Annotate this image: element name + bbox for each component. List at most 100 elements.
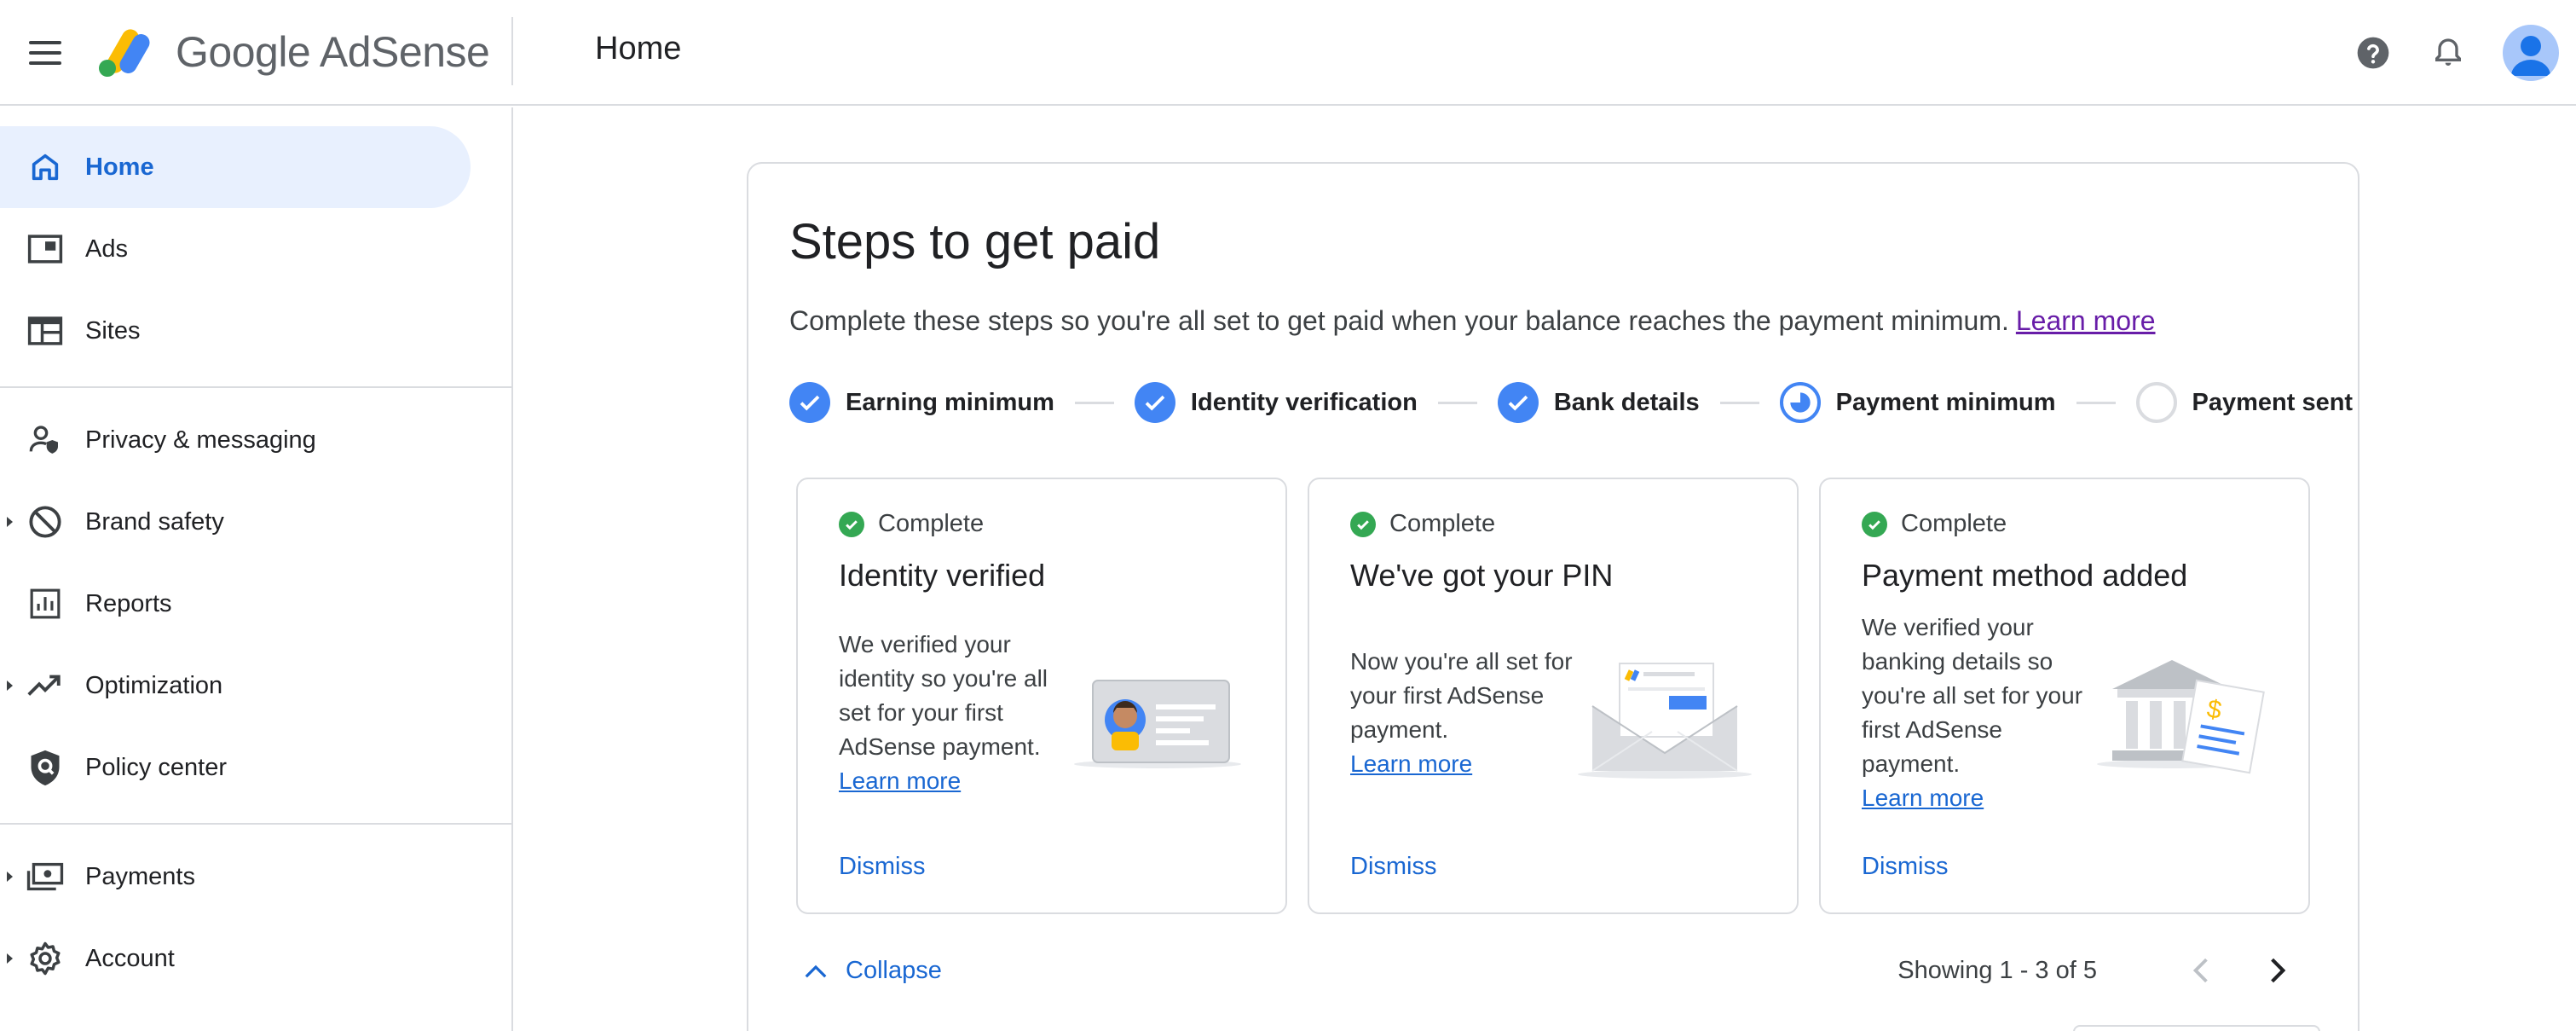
identity-verified-card: Complete Identity verified We verified y… — [796, 478, 1287, 914]
account-avatar[interactable] — [2503, 25, 2559, 81]
sidebar-item-privacy-messaging[interactable]: Privacy & messaging — [0, 399, 471, 481]
pin-received-card: Complete We've got your PIN Now you're a… — [1308, 478, 1799, 914]
sidebar-divider — [0, 386, 511, 388]
step-payment-sent: Payment sent — [2135, 382, 2354, 423]
sidebar-item-label: Sites — [85, 316, 141, 345]
partially-visible-button[interactable] — [2073, 1025, 2320, 1031]
chevron-right-icon[interactable] — [2257, 950, 2298, 991]
step-identity-verification: Identity verification — [1134, 382, 1418, 423]
learn-more-link[interactable]: Learn more — [839, 764, 1069, 798]
card-body: We verified your identity so you're all … — [839, 628, 1069, 798]
pagination-text: Showing 1 - 3 of 5 — [1897, 956, 2097, 984]
expand-caret-icon — [7, 517, 13, 527]
step-label: Payment sent — [2192, 388, 2354, 416]
sidebar-item-account[interactable]: Account — [0, 918, 471, 999]
top-app-bar: Google AdSense Home — [0, 0, 2576, 106]
step-connector — [1074, 401, 1114, 404]
envelope-illustration — [1575, 655, 1754, 787]
expand-caret-icon — [7, 953, 13, 964]
privacy-icon — [26, 420, 65, 460]
step-connector — [2076, 401, 2116, 404]
sidebar-item-optimization[interactable]: Optimization — [0, 645, 471, 727]
sidebar-item-home[interactable]: Home — [0, 126, 471, 208]
sidebar-item-label: Reports — [85, 589, 172, 617]
sidebar-item-reports[interactable]: Reports — [0, 563, 471, 645]
reports-icon — [26, 584, 65, 623]
card-title: Steps to get paid — [789, 214, 1161, 269]
step-connector — [1437, 401, 1477, 404]
sidebar: Home Ads Sites Privacy & messaging Brand… — [0, 107, 513, 1031]
learn-more-link[interactable]: Learn more — [1862, 781, 2092, 815]
notifications-icon[interactable] — [2428, 32, 2469, 73]
expand-caret-icon — [7, 872, 13, 882]
sidebar-item-label: Optimization — [85, 671, 223, 699]
step-label: Identity verification — [1190, 388, 1418, 416]
sidebar-item-label: Brand safety — [85, 507, 224, 536]
sidebar-item-label: Payments — [85, 862, 195, 890]
sidebar-item-policy-center[interactable]: Policy center — [0, 727, 471, 808]
expand-caret-icon — [7, 681, 13, 691]
check-circle-icon — [839, 511, 864, 537]
check-icon — [1134, 382, 1175, 423]
sidebar-item-label: Account — [85, 944, 175, 972]
steps-to-get-paid-card: Steps to get paid Complete these steps s… — [747, 162, 2359, 1031]
help-icon[interactable] — [2353, 32, 2394, 73]
sites-icon — [26, 311, 65, 350]
check-icon — [1497, 382, 1539, 423]
check-circle-icon — [1350, 511, 1376, 537]
chevron-up-icon — [805, 964, 827, 977]
sidebar-divider — [0, 823, 511, 825]
card-subtitle: Complete these steps so you're all set t… — [789, 305, 2156, 336]
collapse-button[interactable]: Collapse — [803, 957, 942, 985]
block-icon — [26, 502, 65, 542]
check-icon — [789, 382, 830, 423]
adsense-logo[interactable]: Google AdSense — [97, 24, 490, 80]
card-body: Now you're all set for your first AdSens… — [1350, 645, 1580, 781]
step-label: Earning minimum — [846, 388, 1054, 416]
page-title: Home — [595, 31, 682, 67]
step-connector — [1719, 401, 1759, 404]
sidebar-item-sites[interactable]: Sites — [0, 290, 471, 372]
learn-more-link[interactable]: Learn more — [1350, 747, 1580, 781]
step-label: Bank details — [1553, 388, 1700, 416]
sidebar-item-payments[interactable]: Payments — [0, 836, 471, 918]
sidebar-item-brand-safety[interactable]: Brand safety — [0, 481, 471, 563]
menu-icon[interactable] — [24, 32, 70, 73]
payments-icon — [26, 857, 65, 896]
sidebar-item-ads[interactable]: Ads — [0, 208, 471, 290]
sidebar-item-label: Home — [85, 153, 154, 181]
payment-method-card: Complete Payment method added We verifie… — [1819, 478, 2310, 914]
in-progress-icon — [1779, 382, 1821, 423]
dismiss-button[interactable]: Dismiss — [1862, 853, 1949, 881]
pagination: Showing 1 - 3 of 5 — [1897, 947, 2298, 994]
progress-stepper: Earning minimum Identity verification Ba… — [789, 379, 2353, 426]
sidebar-item-label: Ads — [85, 235, 128, 263]
card-body: We verified your banking details so you'… — [1862, 611, 2092, 815]
card-heading: Payment method added — [1862, 558, 2188, 593]
check-circle-icon — [1862, 511, 1887, 537]
logo-text: Google AdSense — [176, 28, 490, 76]
step-label: Payment minimum — [1835, 388, 2056, 416]
learn-more-link[interactable]: Learn more — [2016, 305, 2156, 336]
id-card-illustration — [1072, 672, 1243, 779]
home-icon — [26, 148, 65, 187]
status-badge: Complete — [839, 510, 984, 538]
dismiss-button[interactable]: Dismiss — [839, 853, 926, 881]
step-bank-details: Bank details — [1497, 382, 1700, 423]
policy-icon — [26, 748, 65, 787]
gear-icon — [26, 939, 65, 978]
dismiss-button[interactable]: Dismiss — [1350, 853, 1437, 881]
step-payment-minimum: Payment minimum — [1779, 382, 2056, 423]
status-badge: Complete — [1350, 510, 1495, 538]
topbar-divider — [511, 17, 513, 85]
trending-icon — [26, 666, 65, 705]
card-heading: Identity verified — [839, 558, 1046, 593]
chevron-left-icon[interactable] — [2180, 950, 2221, 991]
adsense-logo-icon — [99, 29, 150, 77]
step-earning-minimum: Earning minimum — [789, 382, 1054, 423]
card-heading: We've got your PIN — [1350, 558, 1614, 593]
sidebar-item-label: Privacy & messaging — [85, 426, 316, 454]
pending-circle-icon — [2135, 382, 2177, 423]
status-badge: Complete — [1862, 510, 2007, 538]
bank-illustration: $ — [2095, 655, 2266, 779]
